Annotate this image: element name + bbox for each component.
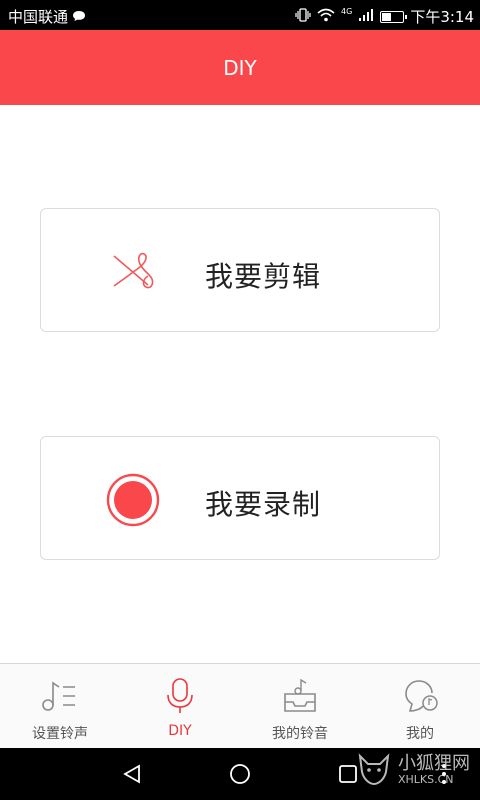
cut-audio-button[interactable]: 我要剪辑	[40, 208, 440, 332]
back-icon[interactable]	[118, 760, 146, 788]
watermark-text: 小狐狸网 XHLKS.CN	[398, 754, 470, 786]
scissors-icon	[103, 244, 163, 300]
microphone-icon	[160, 676, 200, 716]
tab-profile[interactable]: 我的	[360, 664, 480, 748]
tab-diy[interactable]: DIY	[120, 664, 240, 748]
app-bar: DIY	[0, 30, 480, 105]
status-bar-left: 中国联通	[8, 6, 86, 27]
battery-icon	[380, 10, 408, 23]
status-bar-right: 4G 下午3:14	[295, 6, 474, 27]
tab-label: 我的	[406, 726, 434, 742]
home-icon[interactable]	[226, 760, 254, 788]
tab-label: 设置铃声	[32, 726, 88, 742]
record-audio-label: 我要录制	[205, 488, 322, 521]
watermark: 小狐狸网 XHLKS.CN	[356, 750, 470, 790]
page-title: DIY	[223, 55, 257, 80]
tab-label: 我的铃音	[272, 726, 328, 742]
battery-fill	[382, 12, 392, 21]
network-type: 4G	[341, 7, 353, 16]
tab-my-ringtones[interactable]: 我的铃音	[240, 664, 360, 748]
vibrate-icon	[295, 7, 311, 26]
watermark-logo-text: 小狐狸网	[398, 753, 470, 775]
signal-icon	[358, 8, 374, 26]
message-notification-icon	[72, 8, 86, 26]
tab-label: DIY	[168, 723, 192, 739]
record-audio-button[interactable]: 我要录制	[40, 436, 440, 560]
cut-audio-label: 我要剪辑	[205, 260, 322, 293]
tab-set-ringtone[interactable]: 设置铃声	[0, 664, 120, 748]
wifi-icon	[317, 8, 335, 26]
fox-logo-icon	[356, 750, 392, 790]
music-tray-icon	[280, 676, 320, 716]
bottom-tab-bar: 设置铃声 DIY 我的铃音 我的	[0, 663, 480, 748]
watermark-url: XHLKS.CN	[398, 772, 454, 786]
profile-music-icon	[400, 676, 440, 716]
carrier-label: 中国联通	[8, 8, 69, 26]
status-bar: 中国联通 4G 下午3:14	[0, 0, 480, 30]
clock: 下午3:14	[410, 8, 474, 26]
record-icon	[103, 472, 163, 528]
music-note-list-icon	[40, 676, 80, 716]
